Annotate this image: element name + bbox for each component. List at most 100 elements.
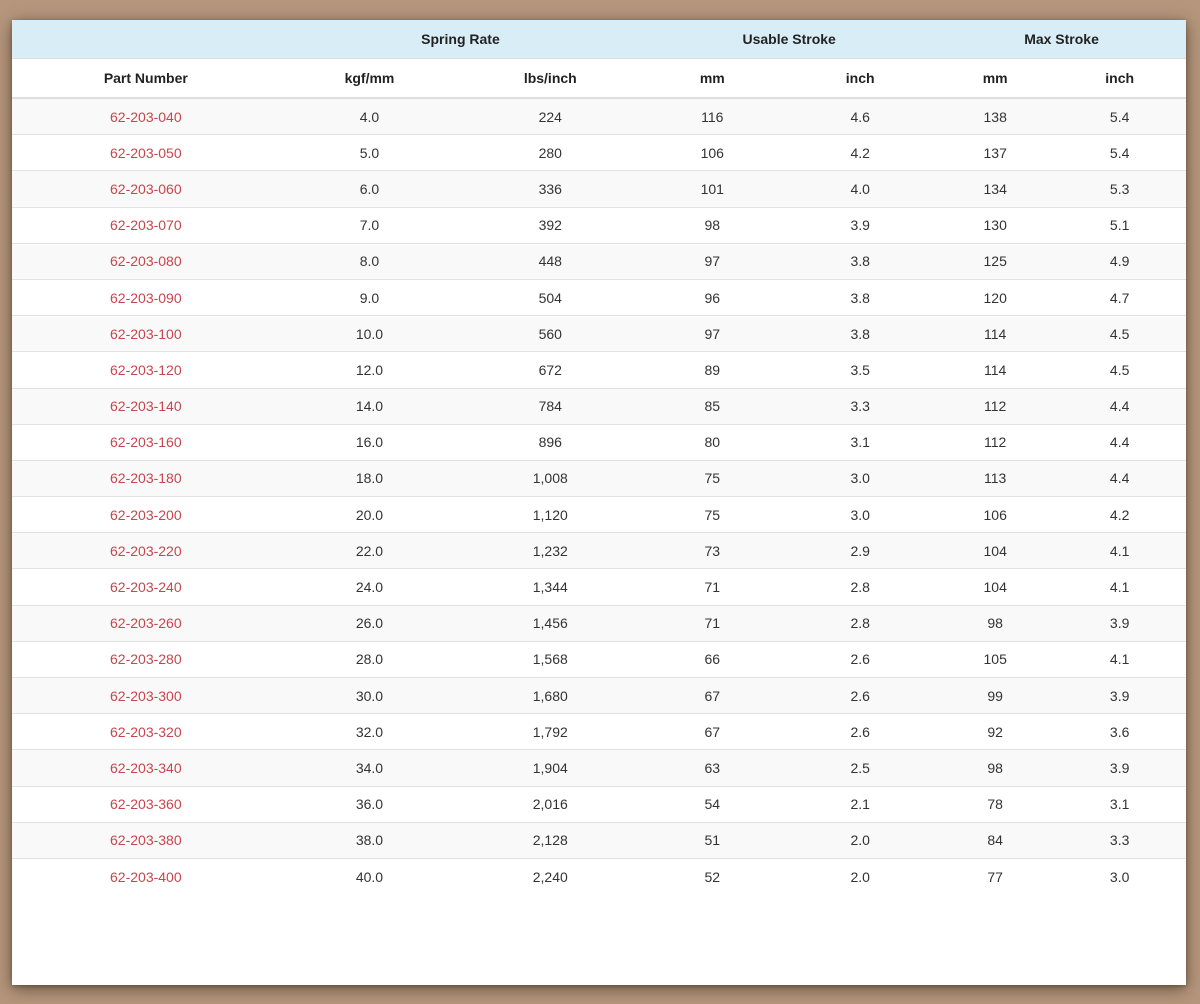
spring-rate-kgf-cell: 8.0: [279, 242, 460, 280]
max-stroke-mm-cell: 92: [937, 713, 1054, 750]
part-number-link[interactable]: 62-203-060: [110, 181, 182, 197]
max-stroke-mm-cell: 113: [937, 459, 1054, 497]
part-number-cell: 62-203-160: [12, 423, 280, 461]
part-number-cell: 62-203-060: [12, 170, 280, 208]
table-row: 62-203-220 22.0 1,232 73 2.9 104 4.1: [12, 532, 1186, 569]
spring-rate-kgf-cell: 20.0: [279, 496, 460, 533]
table-row: 62-203-180 18.0 1,008 75 3.0 113 4.4: [12, 459, 1186, 497]
part-number-link[interactable]: 62-203-200: [110, 507, 182, 523]
table-row: 62-203-040 4.0 224 116 4.6 138 5.4: [12, 98, 1186, 135]
max-stroke-inch-cell: 5.1: [1053, 206, 1186, 244]
spring-rate-lbs-cell: 1,904: [459, 749, 642, 787]
part-number-link[interactable]: 62-203-070: [110, 217, 182, 233]
max-stroke-inch-cell: 4.5: [1053, 315, 1186, 352]
part-number-link[interactable]: 62-203-240: [110, 579, 182, 595]
table-row: 62-203-060 6.0 336 101 4.0 134 5.3: [12, 170, 1186, 208]
usable-stroke-mm-cell: 97: [641, 242, 784, 280]
column-header-mm-5: mm: [937, 58, 1054, 99]
max-stroke-mm-cell: 77: [937, 857, 1054, 895]
group-header-spring-rate: Spring Rate: [279, 20, 642, 59]
max-stroke-mm-cell: 104: [937, 532, 1054, 569]
usable-stroke-inch-cell: 2.8: [783, 568, 938, 606]
max-stroke-mm-cell: 98: [937, 604, 1054, 642]
usable-stroke-inch-cell: 4.6: [783, 98, 938, 135]
usable-stroke-inch-cell: 3.9: [783, 206, 938, 244]
spring-rate-lbs-cell: 896: [459, 423, 642, 461]
max-stroke-inch-cell: 3.1: [1053, 785, 1186, 823]
max-stroke-mm-cell: 125: [937, 242, 1054, 280]
usable-stroke-mm-cell: 73: [641, 532, 784, 569]
spring-spec-table: Spring Rate Usable Stroke Max Stroke Part …: [12, 20, 1186, 895]
max-stroke-inch-cell: 5.4: [1053, 98, 1186, 135]
usable-stroke-mm-cell: 66: [641, 640, 784, 678]
part-number-link[interactable]: 62-203-160: [110, 434, 182, 450]
usable-stroke-mm-cell: 80: [641, 423, 784, 461]
usable-stroke-inch-cell: 3.3: [783, 387, 938, 425]
part-number-link[interactable]: 62-203-260: [110, 615, 182, 631]
max-stroke-inch-cell: 3.9: [1053, 604, 1186, 642]
table-row: 62-203-320 32.0 1,792 67 2.6 92 3.6: [12, 713, 1186, 750]
part-number-cell: 62-203-340: [12, 749, 280, 787]
part-number-link[interactable]: 62-203-300: [110, 688, 182, 704]
usable-stroke-inch-cell: 3.8: [783, 278, 938, 316]
table-row: 62-203-160 16.0 896 80 3.1 112 4.4: [12, 423, 1186, 461]
part-number-link[interactable]: 62-203-090: [110, 290, 182, 306]
usable-stroke-inch-cell: 2.0: [783, 857, 938, 895]
max-stroke-inch-cell: 3.9: [1053, 676, 1186, 714]
spring-rate-kgf-cell: 30.0: [279, 676, 460, 714]
part-number-link[interactable]: 62-203-320: [110, 724, 182, 740]
usable-stroke-mm-cell: 106: [641, 134, 784, 171]
part-number-link[interactable]: 62-203-280: [110, 651, 182, 667]
spring-rate-kgf-cell: 16.0: [279, 423, 460, 461]
max-stroke-mm-cell: 114: [937, 315, 1054, 352]
max-stroke-inch-cell: 5.4: [1053, 134, 1186, 171]
part-number-link[interactable]: 62-203-180: [110, 470, 182, 486]
usable-stroke-mm-cell: 101: [641, 170, 784, 208]
part-number-link[interactable]: 62-203-340: [110, 760, 182, 776]
part-number-cell: 62-203-070: [12, 206, 280, 244]
spring-rate-lbs-cell: 392: [459, 206, 642, 244]
usable-stroke-inch-cell: 3.5: [783, 351, 938, 388]
max-stroke-mm-cell: 104: [937, 568, 1054, 606]
table-row: 62-203-300 30.0 1,680 67 2.6 99 3.9: [12, 676, 1186, 714]
table-row: 62-203-090 9.0 504 96 3.8 120 4.7: [12, 278, 1186, 316]
group-header-row: Spring Rate Usable Stroke Max Stroke: [12, 20, 1186, 59]
table-row: 62-203-140 14.0 784 85 3.3 112 4.4: [12, 387, 1186, 425]
part-number-cell: 62-203-040: [12, 98, 280, 135]
part-number-link[interactable]: 62-203-360: [110, 796, 182, 812]
spring-rate-lbs-cell: 1,232: [459, 532, 642, 569]
table-row: 62-203-360 36.0 2,016 54 2.1 78 3.1: [12, 785, 1186, 823]
spring-rate-kgf-cell: 28.0: [279, 640, 460, 678]
max-stroke-mm-cell: 105: [937, 640, 1054, 678]
part-number-link[interactable]: 62-203-100: [110, 326, 182, 342]
usable-stroke-mm-cell: 67: [641, 713, 784, 750]
max-stroke-mm-cell: 114: [937, 351, 1054, 388]
part-number-link[interactable]: 62-203-120: [110, 362, 182, 378]
part-number-link[interactable]: 62-203-380: [110, 832, 182, 848]
part-number-cell: 62-203-090: [12, 278, 280, 316]
part-number-link[interactable]: 62-203-140: [110, 398, 182, 414]
part-number-link[interactable]: 62-203-220: [110, 543, 182, 559]
usable-stroke-inch-cell: 3.8: [783, 242, 938, 280]
part-number-link[interactable]: 62-203-040: [110, 109, 182, 125]
spring-rate-lbs-cell: 2,128: [459, 821, 642, 859]
max-stroke-inch-cell: 3.0: [1053, 857, 1186, 895]
spring-rate-lbs-cell: 1,792: [459, 713, 642, 750]
part-number-cell: 62-203-100: [12, 315, 280, 352]
usable-stroke-mm-cell: 89: [641, 351, 784, 388]
spring-rate-kgf-cell: 24.0: [279, 568, 460, 606]
spring-rate-lbs-cell: 448: [459, 242, 642, 280]
max-stroke-mm-cell: 130: [937, 206, 1054, 244]
table-row: 62-203-070 7.0 392 98 3.9 130 5.1: [12, 206, 1186, 244]
max-stroke-mm-cell: 106: [937, 496, 1054, 533]
max-stroke-mm-cell: 134: [937, 170, 1054, 208]
part-number-cell: 62-203-280: [12, 640, 280, 678]
spring-rate-lbs-cell: 784: [459, 387, 642, 425]
part-number-link[interactable]: 62-203-400: [110, 869, 182, 885]
usable-stroke-mm-cell: 97: [641, 315, 784, 352]
column-header-inch-4: inch: [783, 58, 938, 99]
usable-stroke-inch-cell: 2.9: [783, 532, 938, 569]
part-number-link[interactable]: 62-203-080: [110, 253, 182, 269]
part-number-link[interactable]: 62-203-050: [110, 145, 182, 161]
spring-rate-kgf-cell: 22.0: [279, 532, 460, 569]
